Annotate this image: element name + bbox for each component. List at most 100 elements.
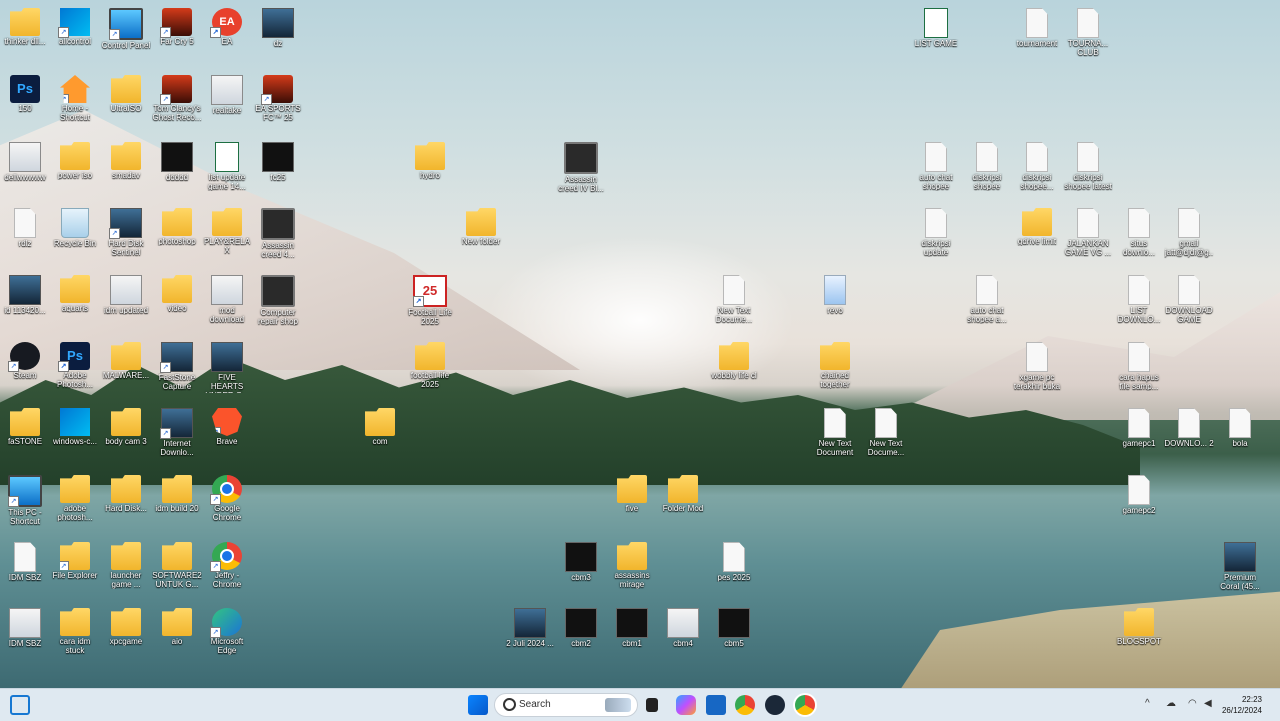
desktop-icon-list-game[interactable]: LIST GAME <box>911 2 961 68</box>
volume-icon[interactable]: ◀ <box>1204 698 1212 709</box>
desktop-icon-2-juli-2024[interactable]: 2 Juli 2024 ... <box>505 602 555 668</box>
desktop-icon-dellwww[interactable]: dellwwwww <box>0 136 50 202</box>
desktop-icon-gmail[interactable]: gmail jatt@djdi@g... <box>1164 202 1214 268</box>
desktop-icon-tournament[interactable]: tournament <box>1012 2 1062 68</box>
desktop-icon-dz[interactable]: dz <box>253 2 303 68</box>
tray-chevron-icon[interactable]: ^ <box>1145 698 1150 709</box>
desktop-icon-chained-together[interactable]: chained together <box>810 336 860 402</box>
desktop-icon-hard-disk-folder[interactable]: Hard Disk... <box>101 469 151 535</box>
desktop-icon-dikhripsi-shopee[interactable]: diskripsi shopee <box>962 136 1012 202</box>
desktop-icon-new-text-docume-2[interactable]: New Text Docume... <box>861 402 911 468</box>
desktop-icon-dikhripsi-shopee-latest[interactable]: diskripsi shopee latest <box>1063 136 1113 202</box>
desktop-icon-all-control[interactable]: ↗ allcontrol <box>50 2 100 68</box>
desktop-icon-new-text-document[interactable]: New Text Document <box>810 402 860 468</box>
desktop-icon-situs-download[interactable]: situs downlo... <box>1114 202 1164 268</box>
desktop-icon-assassins-mirage[interactable]: assassins mirage <box>607 536 657 602</box>
desktop-icon-football-life-2025-folder[interactable]: football life 2025 <box>405 336 455 402</box>
desktop-icon-computer-repair-shop[interactable]: Computer repair shop <box>253 269 303 335</box>
wifi-icon[interactable]: ◠ <box>1188 698 1197 709</box>
desktop-icon-fastone[interactable]: faSTONE <box>0 402 50 468</box>
desktop-icon-tom-clancys[interactable]: ↗ Tom Clancy's Ghost Reco... <box>152 69 202 135</box>
desktop-icon-diskripsi-update[interactable]: diskripsi update <box>911 202 961 268</box>
desktop-icon-xgame-pc[interactable]: xgame pc terakhir buka <box>1012 336 1062 402</box>
desktop-icon-ps-150[interactable]: Ps 150 <box>0 69 50 135</box>
desktop-icon-mod-download[interactable]: mod download <box>202 269 252 335</box>
desktop-icon-rdlz[interactable]: rdlz <box>0 202 50 268</box>
desktop-icon-launcher-game[interactable]: launcher game ... <box>101 536 151 602</box>
desktop-icon-control-panel[interactable]: ↗ Control Panel <box>101 2 151 68</box>
desktop-icon-thinker-dll-folder[interactable]: thinker dll... <box>0 2 50 68</box>
desktop-icon-hard-disk-sentinel[interactable]: ↗ Hard Disk Sentinel <box>101 202 151 268</box>
desktop-icon-gdrive-limit[interactable]: gdrive limit <box>1012 202 1062 268</box>
desktop-icon-ea[interactable]: EA ↗ EA <box>202 2 252 68</box>
desktop-icon-cbm4[interactable]: cbm4 <box>658 602 708 668</box>
desktop-icon-ddddd[interactable]: ddddd <box>152 136 202 202</box>
search-input[interactable]: Search <box>494 693 638 717</box>
desktop-icon-cara-idm-stuck[interactable]: cara idm stuck <box>50 602 100 668</box>
desktop-icon-adobe-photoshop[interactable]: Ps ↗ Adobe Photosh... <box>50 336 100 402</box>
store-icon[interactable] <box>706 695 726 715</box>
desktop-icon-ea-sports-fc25[interactable]: ↗ EA SPORTS FC™ 25 <box>253 69 303 135</box>
desktop-icon-folder-mod[interactable]: Folder Mod <box>658 469 708 535</box>
desktop-icon-five[interactable]: five <box>607 469 657 535</box>
desktop-icon-home-shortcut[interactable]: ↗ Home - Shortcut <box>50 69 100 135</box>
desktop-icon-blogspot[interactable]: BLOGSPOT <box>1114 602 1164 668</box>
desktop-icon-jeffry-chrome[interactable]: ↗ Jeffry - Chrome <box>202 536 252 602</box>
desktop-icon-video-folder[interactable]: video <box>152 269 202 335</box>
desktop-icon-cbm2[interactable]: cbm2 <box>556 602 606 668</box>
desktop-icon-revo[interactable]: revo <box>810 269 860 335</box>
desktop-icon-football-life-2025[interactable]: 25 ↗ Football Life 2025 <box>405 269 455 335</box>
desktop-icon-xpcgame[interactable]: xpcgame <box>101 602 151 668</box>
desktop-icon-jalankan-game[interactable]: JALANKAN GAME VG ... <box>1063 202 1113 268</box>
desktop-icon-com[interactable]: com <box>355 402 405 468</box>
desktop-icon-faststone-capture[interactable]: ↗ FastStone Capture <box>152 336 202 402</box>
desktop-icon-malware[interactable]: MALWARE... <box>101 336 151 402</box>
desktop-icon-smadav[interactable]: smadav <box>101 136 151 202</box>
task-view-icon[interactable] <box>646 698 658 712</box>
desktop-icon-idm-build[interactable]: idm build 20 <box>152 469 202 535</box>
desktop-icon-internet-download[interactable]: ↗ Internet Downlo... <box>152 402 202 468</box>
steam-icon[interactable] <box>765 695 785 715</box>
desktop-icon-new-text-doc-1[interactable]: New Text Docume... <box>709 269 759 335</box>
copilot-icon[interactable] <box>676 695 696 715</box>
desktop-icon-software2[interactable]: SOFTWARE2 UNTUK G... <box>152 536 202 602</box>
desktop-icon-five-hearts[interactable]: FIVE HEARTS UNDER O... <box>202 336 252 402</box>
desktop-icon-download-2[interactable]: DOWNLO... 2 <box>1164 402 1214 468</box>
desktop-icon-fc25[interactable]: fc25 <box>253 136 303 202</box>
desktop-icon-id-11342[interactable]: id 113420... <box>0 269 50 335</box>
desktop-icon-file-explorer[interactable]: ↗ File Explorer <box>50 536 100 602</box>
desktop-icon-gamepc2[interactable]: gamepc2 <box>1114 469 1164 535</box>
desktop-icon-far-cry-5[interactable]: ↗ Far Cry 5 <box>152 2 202 68</box>
desktop-icon-pes-2025[interactable]: pes 2025 <box>709 536 759 602</box>
desktop-icon-steam[interactable]: ↗ Steam <box>0 336 50 402</box>
desktop-icon-windows-c[interactable]: windows-c... <box>50 402 100 468</box>
desktop-icon-cbm1[interactable]: cbm1 <box>607 602 657 668</box>
desktop-icon-cbm5[interactable]: cbm5 <box>709 602 759 668</box>
desktop-icon-premium-coral[interactable]: Premium Coral (45... <box>1215 536 1265 602</box>
desktop-icon-aio[interactable]: aio <box>152 602 202 668</box>
desktop-icon-adobe-photoshop-folder[interactable]: adobe photosh... <box>50 469 100 535</box>
desktop-icon-bola[interactable]: bola <box>1215 402 1265 468</box>
desktop-icon-power-iso[interactable]: power iso <box>50 136 100 202</box>
start-icon[interactable] <box>468 695 488 715</box>
desktop-icon-recycle-bin[interactable]: Recycle Bin <box>50 202 100 268</box>
desktop-icon-realtake[interactable]: realtake <box>202 69 252 135</box>
onedrive-icon[interactable]: ☁ <box>1166 698 1176 709</box>
desktop-icon-this-pc[interactable]: ↗ This PC - Shortcut <box>0 469 50 535</box>
desktop-icon-idm-sbz[interactable]: IDM SBZ <box>0 536 50 602</box>
desktop-icon-play-relax[interactable]: PLAY&RELAX <box>202 202 252 268</box>
desktop-icon-idm-sbz-2[interactable]: IDM SBZ <box>0 602 50 668</box>
desktop-icon-brave[interactable]: ↗ Brave <box>202 402 252 468</box>
desktop-icon-photoshop-folder[interactable]: photoshop <box>152 202 202 268</box>
desktop-icon-new-folder[interactable]: New folder <box>456 202 506 268</box>
desktop-icon-assassin-creed-4[interactable]: Assassin creed 4... <box>253 202 303 268</box>
desktop-icon-google-chrome[interactable]: ↗ Google Chrome <box>202 469 252 535</box>
desktop-icon-ultraiso[interactable]: UltraISO <box>101 69 151 135</box>
desktop-icon-aquaris[interactable]: aquaris <box>50 269 100 335</box>
desktop-icon-list-download[interactable]: LIST DOWNLO... <box>1114 269 1164 335</box>
desktop-icon-auto-chat-shopee-a[interactable]: auto chat shopee a... <box>962 269 1012 335</box>
desktop-icon-gamepc1[interactable]: gamepc1 <box>1114 402 1164 468</box>
desktop-icon-microsoft-edge[interactable]: ↗ Microsoft Edge <box>202 602 252 668</box>
desktop-icon-cbm3[interactable]: cbm3 <box>556 536 606 602</box>
desktop-icon-assassin-creed-iv[interactable]: Assassin creed IV Bl... <box>556 136 606 202</box>
